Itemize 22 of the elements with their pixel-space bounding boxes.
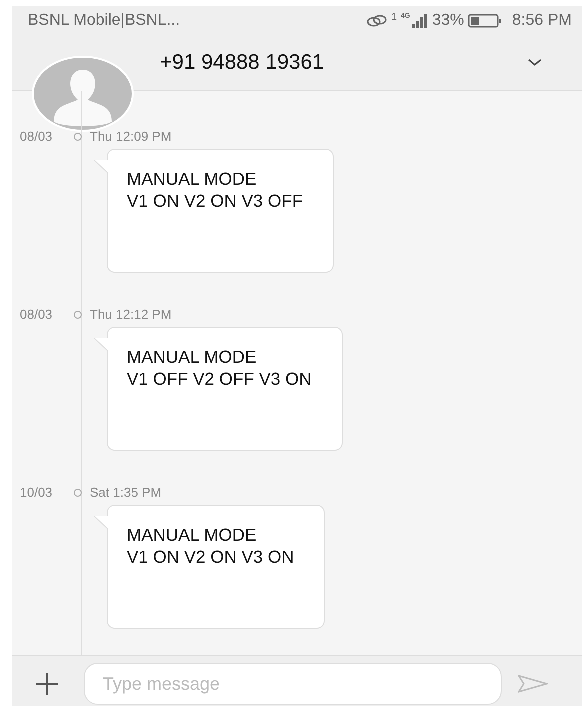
sim-number: 1 [391, 12, 398, 23]
message-date: 08/03 [20, 129, 54, 144]
message-time: Thu 12:09 PM [90, 129, 172, 144]
signal-icon [412, 14, 428, 28]
bubble-tail [94, 160, 109, 174]
message-date: 10/03 [20, 485, 54, 500]
bubble-tail [94, 338, 109, 352]
message-time: Thu 12:12 PM [90, 307, 172, 322]
timeline-dot [74, 132, 82, 140]
timeline-dot [74, 488, 82, 496]
clock: 8:56 PM [512, 12, 572, 30]
message-input[interactable]: Type message [84, 663, 502, 705]
bubble-tail [94, 516, 109, 530]
chevron-down-icon[interactable] [528, 59, 542, 67]
battery-percent: 33% [432, 12, 464, 30]
hotspot-icon [367, 14, 388, 28]
message-time: Sat 1:35 PM [90, 485, 162, 500]
carrier-name: BSNL Mobile|BSNL... [28, 12, 182, 30]
contact-number: +91 94888 19361 [160, 51, 326, 75]
battery-icon [468, 13, 502, 29]
timeline-dot [74, 310, 82, 318]
message-date: 08/03 [20, 307, 54, 322]
